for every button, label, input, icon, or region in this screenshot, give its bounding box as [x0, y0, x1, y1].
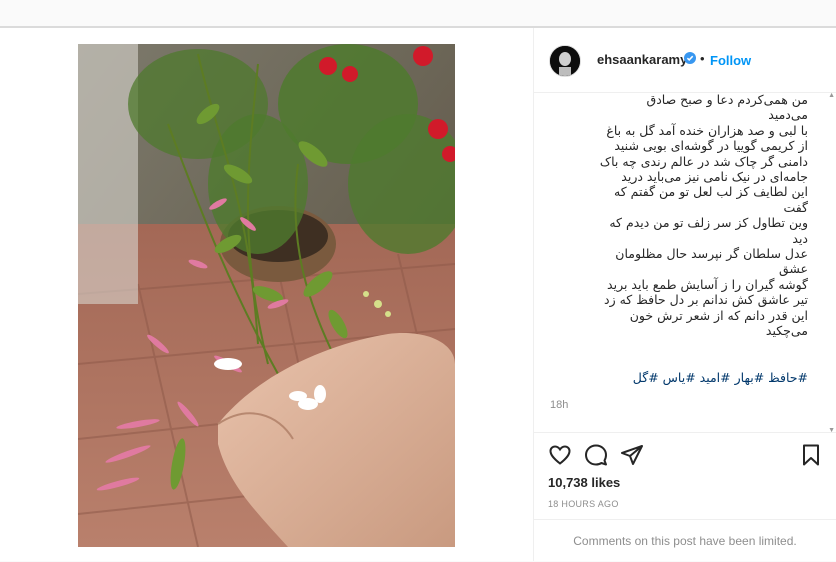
avatar[interactable]	[549, 45, 581, 77]
post-actions: 10,738 likes 18 HOURS AGO Comments on th…	[534, 432, 836, 562]
like-count[interactable]: 10,738 likes	[548, 475, 620, 490]
post-container: ehsaankaramy • Follow ▲ من همی‌کردم دعا …	[0, 27, 836, 561]
share-icon[interactable]	[620, 443, 644, 467]
bookmark-icon[interactable]	[799, 443, 823, 467]
media-column	[0, 28, 534, 561]
caption-line: گفت	[783, 199, 808, 215]
caption-line: با لبی و صد هزاران خنده آمد گل به باغ	[606, 122, 808, 138]
caption-line: از کریمی گوییا در گوشه‌ای بویی شنید	[614, 138, 808, 154]
avatar-image	[550, 46, 580, 76]
comments-limited-notice: Comments on this post have been limited.	[534, 519, 836, 548]
post-photo[interactable]	[78, 44, 455, 547]
caption-line: این لطایف کز لب لعل تو من گفتم که	[614, 184, 808, 200]
caption-line: تیر عاشق کش ندانم بر دل حافظ که زد	[604, 292, 808, 308]
top-bar	[0, 0, 836, 27]
caption-timestamp[interactable]: 18h	[550, 398, 808, 413]
caption-line: جامه‌ای در نیک نامی نیز می‌باید درید	[621, 169, 808, 185]
caption-line: می‌دمید	[768, 107, 808, 123]
hashtags[interactable]: #حافظ #بهار #امید #یاس #گل	[550, 370, 808, 385]
caption-line: عدل سلطان گر نپرسد حال مظلومان	[615, 246, 808, 262]
verified-badge-icon	[684, 52, 696, 64]
jasmine-flower-photo	[78, 44, 455, 547]
caption-line: من همی‌کردم دعا و صبح صادق	[646, 92, 808, 107]
heart-icon[interactable]	[548, 443, 572, 467]
username[interactable]: ehsaankaramy	[597, 52, 687, 67]
follow-button[interactable]: Follow	[710, 53, 751, 68]
caption-line: دید	[792, 230, 808, 246]
caption-line: گوشه گیران را ز آسایش طمع باید برید	[607, 276, 808, 292]
caption-line: این قدر دانم که از شعر ترش خون	[629, 307, 808, 323]
scroll-up-arrow-icon[interactable]: ▲	[828, 92, 835, 99]
caption-line: عشق	[778, 261, 808, 277]
post-sidebar: ehsaankaramy • Follow ▲ من همی‌کردم دعا …	[534, 28, 836, 561]
caption-line: می‌چکید	[765, 323, 808, 339]
comment-icon[interactable]	[584, 443, 608, 467]
post-header: ehsaankaramy • Follow	[534, 28, 836, 93]
separator-dot: •	[700, 51, 705, 66]
caption-line: وین تطاول کز سر زلف تو من دیدم که	[609, 215, 808, 231]
post-timestamp[interactable]: 18 HOURS AGO	[548, 499, 619, 509]
caption: من همی‌کردم دعا و صبح صادق می‌دمید با لب…	[550, 92, 808, 432]
caption-line: دامنی گر چاک شد در عالم رندی چه باک	[599, 153, 808, 169]
